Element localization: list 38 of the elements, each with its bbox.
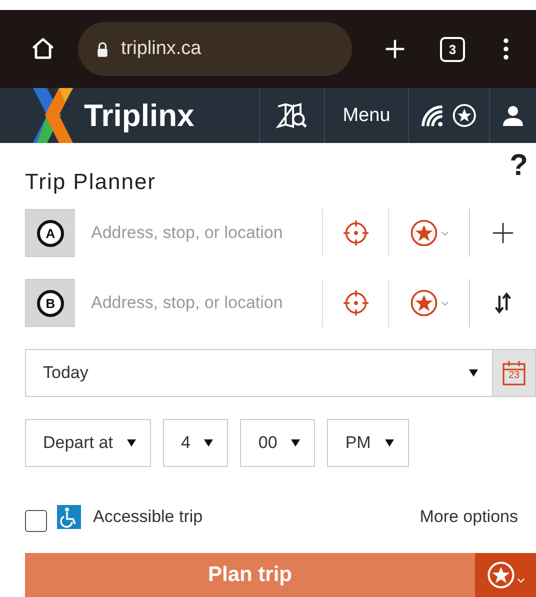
map-search-icon (276, 102, 308, 130)
caret-icon (291, 439, 300, 447)
more-options-link[interactable]: More options (420, 507, 518, 527)
address-bar[interactable]: triplinx.ca (78, 22, 352, 76)
menu-button[interactable]: Menu (324, 88, 408, 143)
tab-count-button[interactable]: 3 (440, 36, 465, 62)
more-menu-icon[interactable] (503, 38, 509, 60)
calendar-icon (502, 360, 526, 386)
caret-icon (469, 369, 478, 377)
checkbox-label: Accessible trip (93, 507, 203, 527)
caret-icon (384, 439, 394, 447)
logo-text[interactable]: Triplinx (84, 98, 194, 134)
time-dropdown[interactable]: 00 (240, 419, 316, 467)
home-icon[interactable] (30, 36, 56, 62)
caret-icon (204, 439, 214, 447)
chevron-icon (440, 300, 448, 306)
accessible-checkbox[interactable] (25, 510, 47, 532)
time-dropdown[interactable]: PM (327, 419, 409, 467)
date-dropdown[interactable]: Today (25, 349, 493, 397)
favorite-trips-button[interactable] (475, 553, 536, 597)
time-dropdown[interactable]: 4 (162, 419, 228, 467)
chevron-icon (440, 230, 448, 236)
page-title: Trip Planner (25, 169, 156, 195)
crosshair-icon (342, 290, 368, 316)
url-text: triplinx.ca (121, 38, 202, 60)
swap-arrows-icon[interactable] (494, 291, 512, 315)
lock-icon (96, 42, 109, 56)
stop-marker: A (37, 220, 64, 246)
person-icon (502, 104, 524, 126)
chevron-icon (516, 578, 524, 582)
help-link[interactable]: ? (510, 149, 528, 183)
wheelchair-icon (57, 505, 81, 529)
crosshair-icon (342, 220, 368, 246)
stop-marker: B (37, 290, 64, 316)
signal-star-icon (420, 103, 478, 128)
time-dropdown[interactable]: Depart at (25, 419, 151, 467)
caret-icon (126, 439, 136, 447)
plus-icon[interactable] (492, 222, 514, 244)
